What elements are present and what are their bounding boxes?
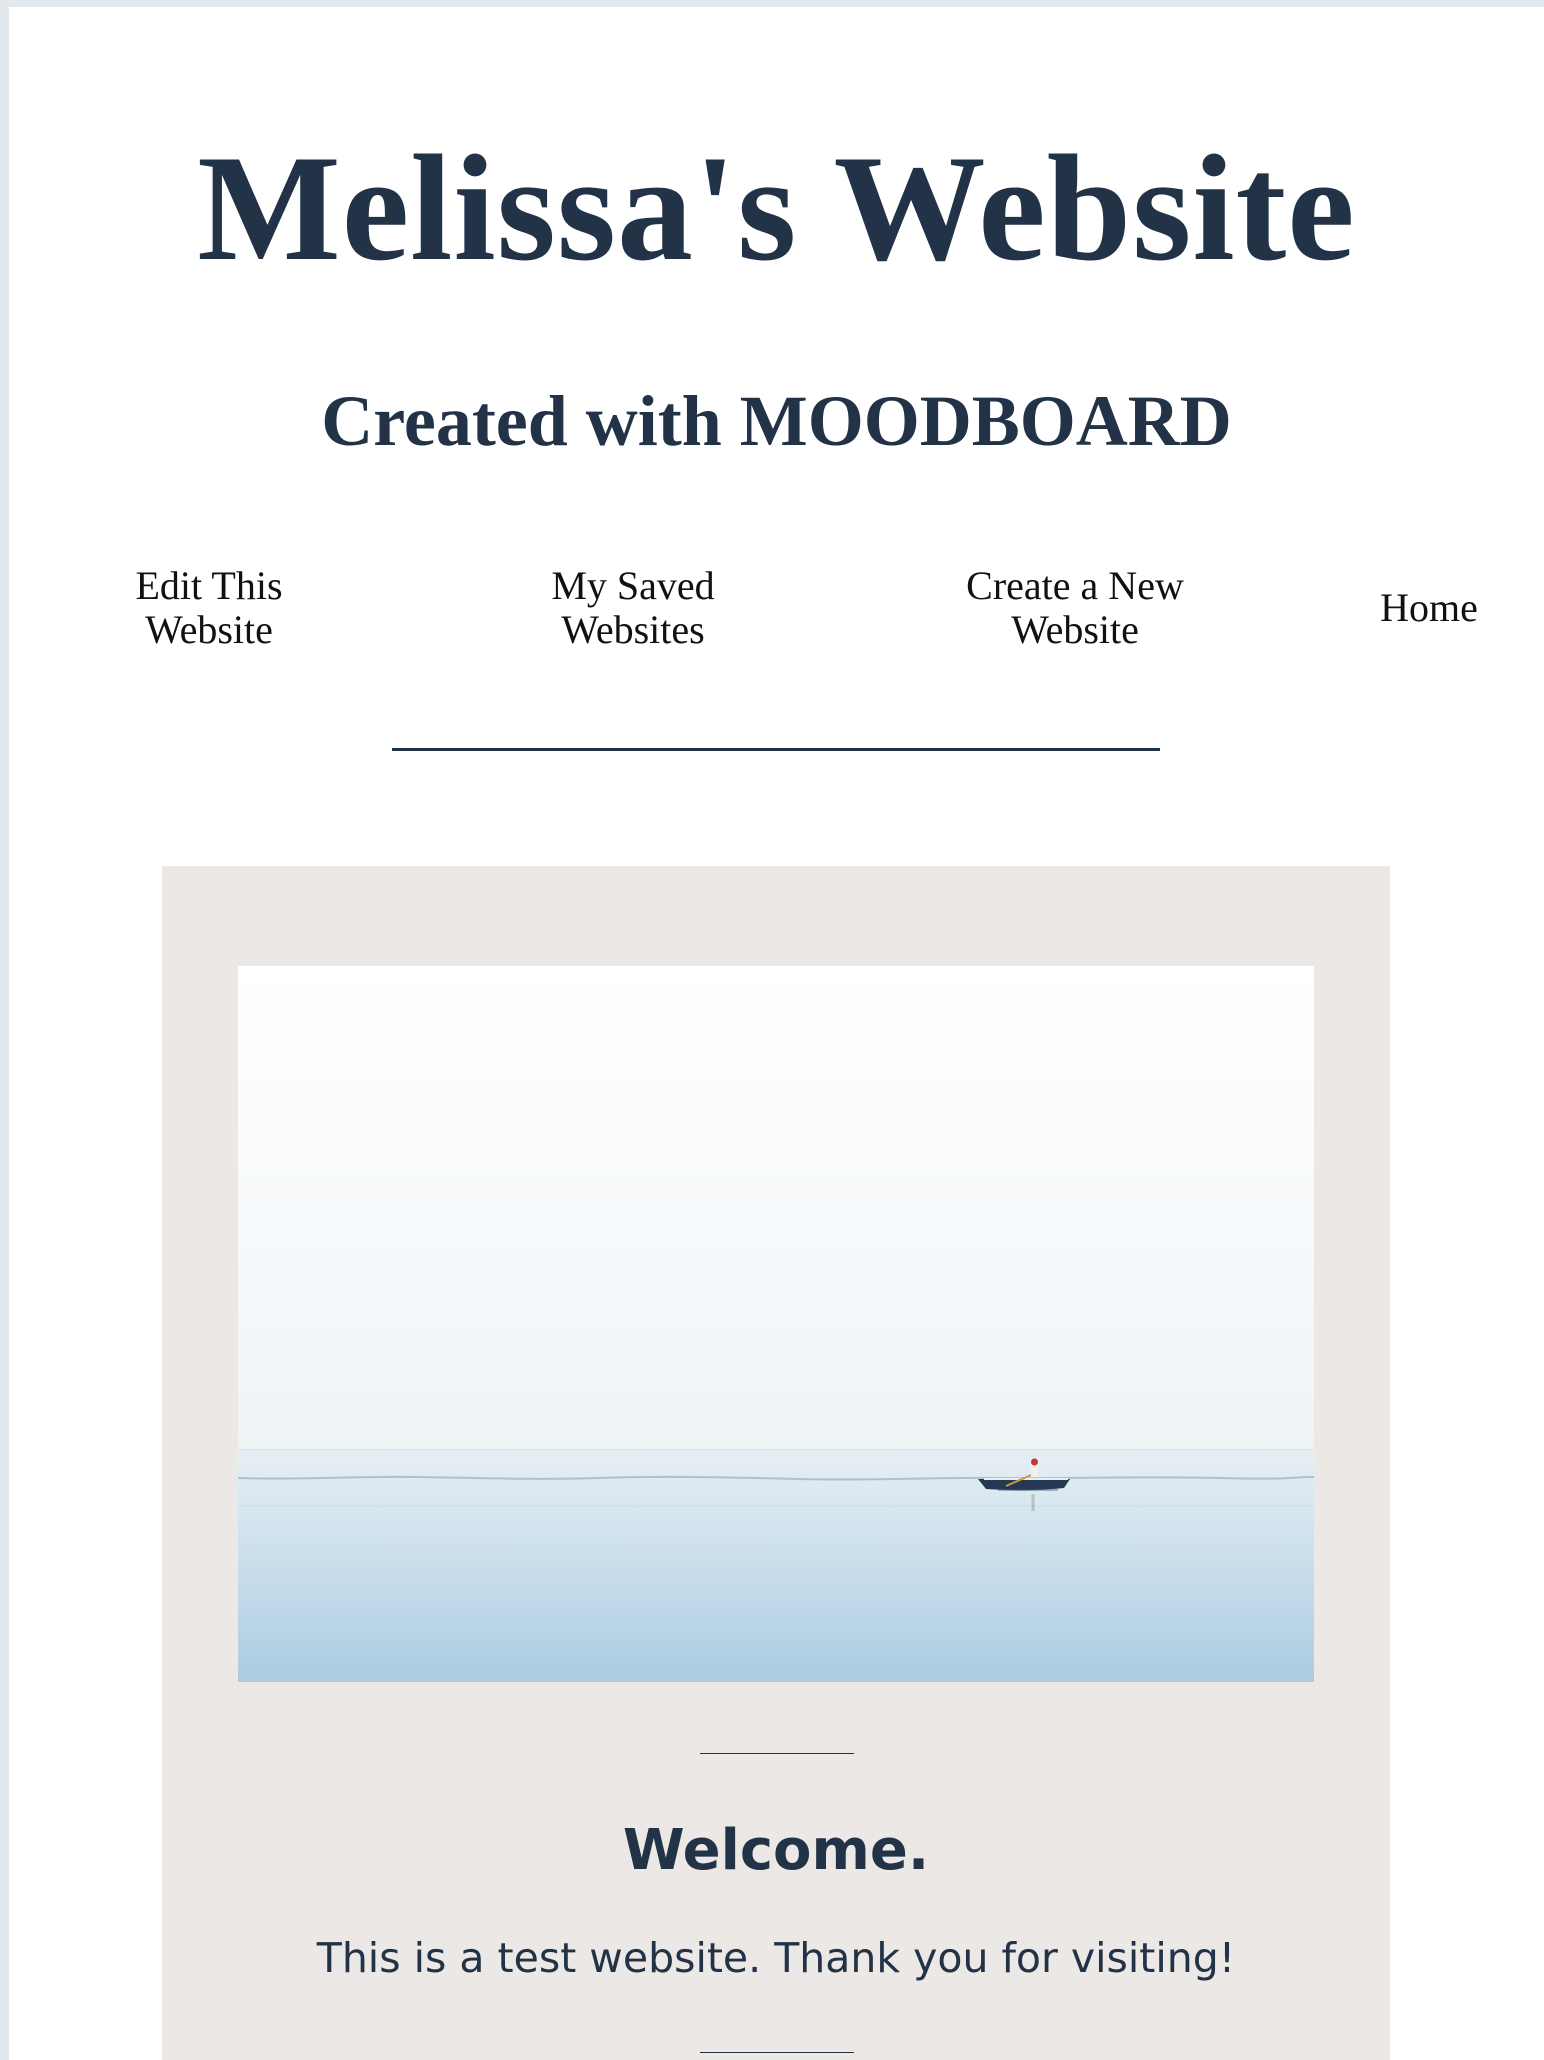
nav-create-website-link[interactable]: Create a New Website: [945, 563, 1205, 653]
welcome-heading: Welcome.: [622, 1818, 930, 1883]
card-divider-top: [700, 1753, 854, 1754]
nav-create-label-line2: Website: [1011, 607, 1139, 652]
rowboat-sea-illustration: [238, 966, 1314, 1682]
welcome-text: This is a test website. Thank you for vi…: [316, 1934, 1236, 1982]
nav-divider: [392, 748, 1160, 751]
nav-edit-website-link[interactable]: Edit This Website: [89, 563, 329, 653]
nav-edit-label-line2: Website: [145, 607, 273, 652]
nav-edit-label-line1: Edit This: [135, 563, 283, 608]
nav-saved-label-line1: My Saved: [551, 563, 715, 608]
nav-create-label-line1: Create a New: [966, 563, 1184, 608]
nav-saved-websites-link[interactable]: My Saved Websites: [501, 563, 765, 653]
site-title: Melissa's Website: [197, 124, 1356, 292]
nav-home-label: Home: [1380, 585, 1478, 630]
hero-image: [238, 966, 1314, 1682]
welcome-card: Welcome. This is a test website. Thank y…: [162, 866, 1390, 2060]
nav-home-link[interactable]: Home: [1339, 563, 1519, 653]
site-subtitle: Created with MOODBOARD: [321, 381, 1232, 461]
card-divider-bottom: [700, 2052, 854, 2053]
page: Melissa's Website Created with MOODBOARD…: [9, 7, 1544, 2060]
nav-saved-label-line2: Websites: [561, 607, 705, 652]
